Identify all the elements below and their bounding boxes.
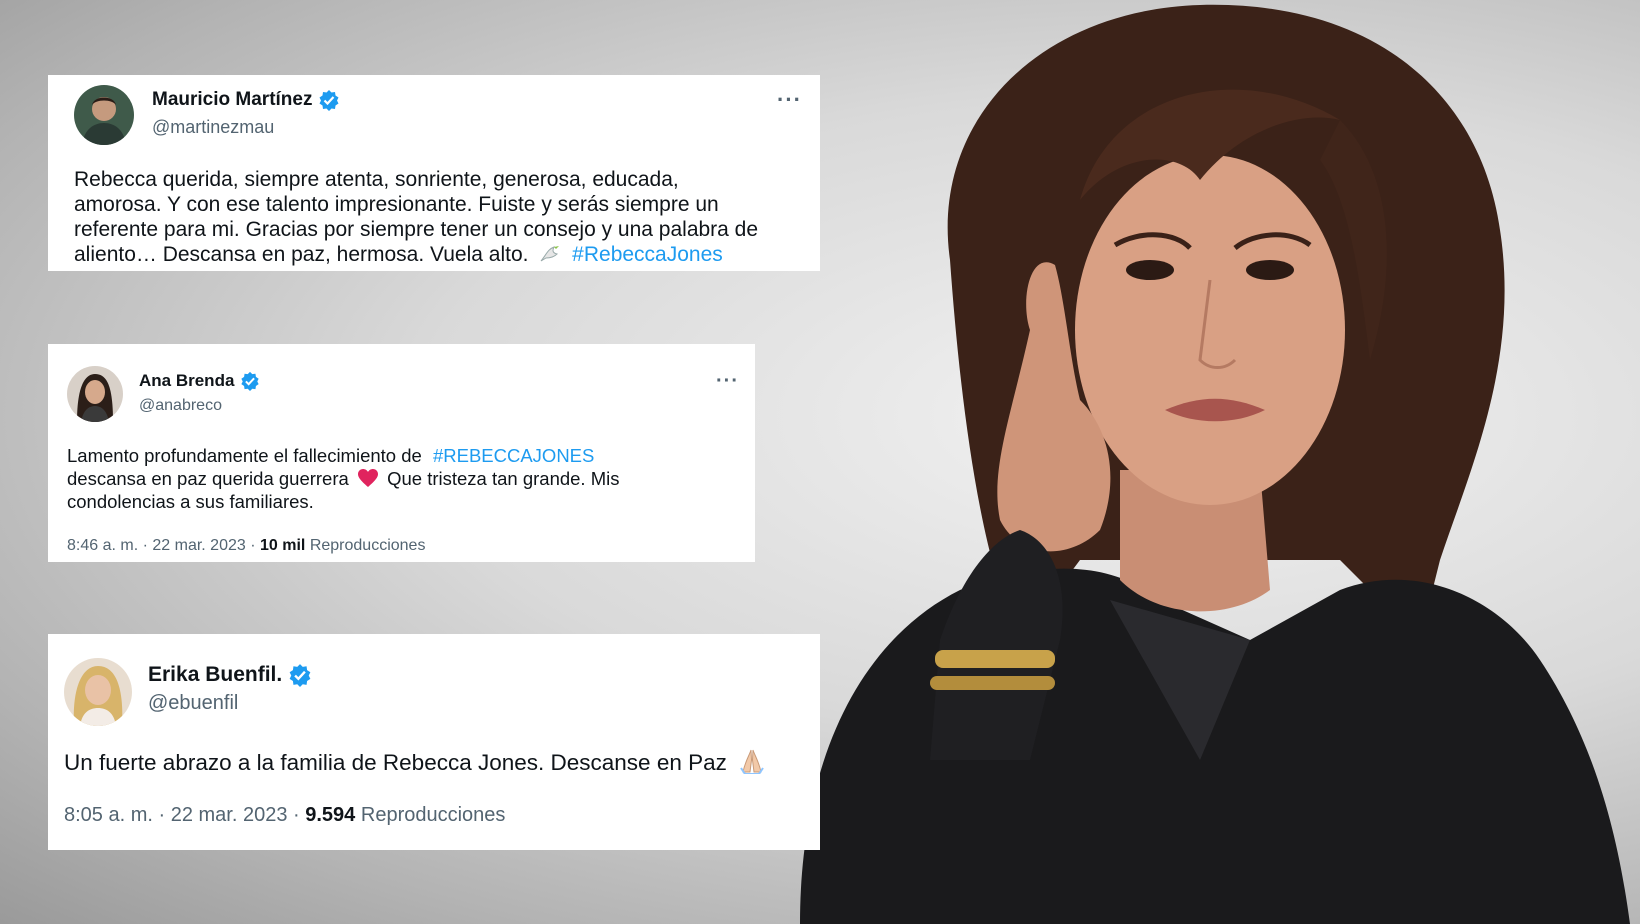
portrait-photo: [800, 4, 1630, 924]
tweet-card[interactable]: Ana Brenda @anabreco ··· Lamento profund…: [48, 344, 755, 562]
verified-badge-icon: [319, 90, 339, 111]
timestamp[interactable]: 8:46 a. m. · 22 mar. 2023 ·: [67, 537, 256, 554]
hashtag-link[interactable]: #RebeccaJones: [572, 243, 723, 266]
tweet-text: Un fuerte abrazo a la familia de Rebecca…: [64, 748, 767, 777]
tweet-text: Rebecca querida, siempre atenta, sonrien…: [74, 167, 758, 267]
views-count: 10 mil: [260, 537, 306, 554]
dove-emoji-icon: [540, 246, 560, 262]
display-name[interactable]: Mauricio Martínez: [152, 89, 312, 111]
tweet-line: Rebecca querida, siempre atenta, sonrien…: [74, 168, 679, 191]
more-options-icon[interactable]: ···: [777, 87, 802, 113]
display-name[interactable]: Erika Buenfil.: [148, 663, 282, 687]
tweet-line-text: Un fuerte abrazo a la familia de Rebecca…: [64, 750, 727, 775]
praying-hands-emoji-icon: [740, 749, 764, 775]
tweet-line-text: aliento… Descansa en paz, hermosa. Vuela…: [74, 243, 529, 266]
avatar[interactable]: [74, 85, 134, 145]
tweet-line: amorosa. Y con ese talento impresionante…: [74, 193, 719, 216]
views-count: 9.594: [305, 804, 356, 826]
more-options-icon[interactable]: ···: [716, 370, 739, 393]
verified-badge-icon: [241, 371, 260, 391]
tweet-card[interactable]: Mauricio Martínez @martinezmau ··· Rebec…: [48, 75, 820, 271]
tweet-text: Lamento profundamente el fallecimiento d…: [67, 444, 619, 513]
tweet-line: descansa en paz querida guerrera Que tri…: [67, 467, 619, 490]
hashtag-link[interactable]: #REBECCAJONES: [433, 445, 594, 466]
avatar[interactable]: [64, 658, 132, 726]
tweet-line-text: Que tristeza tan grande. Mis: [387, 468, 620, 489]
tweet-line: referente para mi. Gracias por siempre t…: [74, 218, 759, 241]
handle[interactable]: @anabreco: [139, 397, 222, 415]
timestamp[interactable]: 8:05 a. m. · 22 mar. 2023 ·: [64, 804, 300, 826]
verified-badge-icon: [289, 664, 311, 687]
views-label: Reproducciones: [309, 537, 426, 554]
handle[interactable]: @martinezmau: [152, 117, 274, 138]
heart-emoji-icon: [357, 469, 378, 487]
display-name[interactable]: Ana Brenda: [139, 371, 234, 391]
handle[interactable]: @ebuenfil: [148, 692, 238, 715]
tweet-meta: 8:05 a. m. · 22 mar. 2023 · 9.594 Reprod…: [64, 804, 505, 827]
tweet-meta: 8:46 a. m. · 22 mar. 2023 · 10 mil Repro…: [67, 537, 425, 555]
tweet-line-text: descansa en paz querida guerrera: [67, 468, 349, 489]
tweet-line: aliento… Descansa en paz, hermosa. Vuela…: [74, 242, 758, 267]
tweet-line: condolencias a sus familiares.: [67, 491, 314, 512]
views-label: Reproducciones: [360, 804, 506, 826]
avatar[interactable]: [67, 366, 123, 422]
tweet-card[interactable]: Erika Buenfil. @ebuenfil Un fuerte abraz…: [48, 634, 820, 850]
tweet-line: Lamento profundamente el fallecimiento d…: [67, 444, 619, 467]
tweet-line-text: Lamento profundamente el fallecimiento d…: [67, 445, 422, 466]
